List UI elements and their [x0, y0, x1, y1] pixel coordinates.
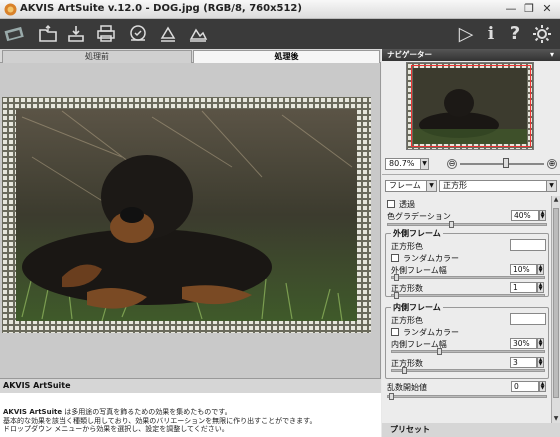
outer-square-color-swatch[interactable] — [510, 239, 546, 251]
title-bar: AKVIS ArtSuite v.12.0 - DOG.jpg (RGB/8, … — [0, 0, 560, 19]
help-panel: AKVIS ArtSuite AKVIS ArtSuite は多用途の写真を飾る… — [0, 378, 381, 437]
zoom-out-icon[interactable]: ⊖ — [447, 159, 457, 169]
toolbar: ▷ i ? — [0, 19, 560, 49]
outer-square-count-slider-thumb[interactable] — [394, 292, 399, 299]
view-tabs: 処理前 処理後 — [0, 49, 381, 63]
navigator-heading: ナビゲーター — [382, 49, 560, 61]
gradation-value[interactable]: 40% — [511, 210, 539, 221]
logo-icon — [3, 22, 31, 46]
zoom-dropdown-icon[interactable]: ▼ — [420, 158, 429, 170]
inner-random-color-label: ランダムカラー — [403, 328, 459, 337]
tab-before[interactable]: 処理前 — [2, 50, 192, 63]
seed-slider[interactable] — [387, 395, 547, 398]
batch-icon[interactable] — [156, 22, 180, 46]
inner-random-color-checkbox[interactable] — [391, 328, 399, 336]
gradation-slider-thumb[interactable] — [449, 221, 454, 228]
dog-photo — [2, 97, 371, 333]
inner-square-count-label: 正方形数 — [391, 359, 423, 368]
inner-square-count-value[interactable]: 3 — [510, 357, 537, 368]
inner-frame-width-spin[interactable]: ▲ ▼ — [537, 338, 544, 349]
app-logo-icon — [4, 3, 17, 16]
navigator-thumbnail[interactable] — [406, 62, 534, 150]
help-line-2: 基本的な効果を該当く種類し用しており、効果のバリエーションを無限に作り出すことが… — [3, 416, 317, 425]
inner-square-color-swatch[interactable] — [510, 313, 546, 325]
help-line-1: は多用途の写真を飾るための効果を集めたものです。 — [62, 408, 232, 416]
gradation-label: 色グラデーション — [387, 212, 451, 221]
settings-scrollbar[interactable]: ▲ ▼ — [551, 196, 560, 423]
right-panel: ナビゲーター ▾ 80.7% ▼ ⊖ ⊕ フレーム ▼ 正方形 ▼ 透過 色グラ… — [382, 49, 560, 437]
outer-square-count-spin[interactable]: ▲ ▼ — [537, 282, 544, 293]
chevron-down-icon: ▼ — [546, 181, 556, 191]
tab-after[interactable]: 処理後 — [193, 50, 380, 63]
presets-heading[interactable]: プリセット — [382, 423, 560, 437]
seed-spin[interactable]: ▲ ▼ — [539, 381, 546, 392]
seed-value[interactable]: 0 — [511, 381, 539, 392]
outer-frame-width-spin[interactable]: ▲ ▼ — [537, 264, 544, 275]
inner-frame-width-slider-thumb[interactable] — [437, 348, 442, 355]
gradation-spin[interactable]: ▲ ▼ — [539, 210, 546, 221]
inner-frame-title: 内側フレーム — [391, 302, 443, 313]
effect-type-value: 正方形 — [443, 181, 467, 190]
inner-square-count-slider[interactable] — [391, 369, 545, 372]
transparency-checkbox[interactable] — [387, 200, 395, 208]
collapse-icon[interactable]: ▾ — [550, 50, 554, 59]
help-heading: AKVIS ArtSuite — [0, 379, 381, 393]
scroll-up-icon[interactable]: ▲ — [552, 196, 560, 204]
print-icon[interactable] — [94, 22, 118, 46]
minimize-button[interactable]: — — [503, 2, 519, 16]
divider — [382, 174, 560, 175]
outer-frame-width-value[interactable]: 10% — [510, 264, 537, 275]
gradation-slider[interactable] — [387, 223, 547, 226]
scroll-down-icon[interactable]: ▼ — [552, 415, 560, 423]
outer-random-color-label: ランダムカラー — [403, 254, 459, 263]
seed-label: 乱数開始値 — [387, 383, 427, 392]
open-icon[interactable] — [36, 22, 60, 46]
app-window: AKVIS ArtSuite v.12.0 - DOG.jpg (RGB/8, … — [0, 0, 560, 437]
inner-square-count-slider-thumb[interactable] — [402, 367, 407, 374]
help-text: AKVIS ArtSuite は多用途の写真を飾るための効果を集めたものです。 … — [3, 408, 379, 434]
outer-frame-width-label: 外側フレーム幅 — [391, 266, 447, 275]
effect-category-select[interactable]: フレーム ▼ — [385, 180, 437, 192]
outer-random-color-checkbox[interactable] — [391, 254, 399, 262]
run-icon[interactable]: ▷ — [454, 22, 478, 46]
effect-category-value: フレーム — [389, 181, 421, 190]
help-line-3: ドロップダウン メニューから効果を選択し、設定を調整してください。 — [3, 425, 229, 433]
inner-frame-width-value[interactable]: 30% — [510, 338, 537, 349]
close-button[interactable]: ✕ — [539, 2, 555, 16]
share-icon[interactable] — [126, 22, 150, 46]
help-icon[interactable]: ? — [503, 22, 527, 46]
seed-slider-thumb[interactable] — [389, 393, 394, 400]
outer-square-count-value[interactable]: 1 — [510, 282, 537, 293]
window-title: AKVIS ArtSuite v.12.0 - DOG.jpg (RGB/8, … — [20, 3, 302, 14]
zoom-in-icon[interactable]: ⊕ — [547, 159, 557, 169]
inner-square-color-label: 正方形色 — [391, 316, 423, 325]
help-product-name: AKVIS ArtSuite — [3, 408, 63, 416]
inner-frame-width-slider[interactable] — [391, 350, 545, 353]
info-icon[interactable]: i — [479, 22, 503, 46]
chevron-down-icon: ▼ — [426, 181, 436, 191]
outer-square-count-slider[interactable] — [391, 294, 545, 297]
settings-extra-icon[interactable] — [186, 22, 210, 46]
zoom-slider-thumb[interactable] — [503, 158, 510, 168]
outer-frame-width-slider-thumb[interactable] — [394, 274, 399, 281]
restore-button[interactable]: ❐ — [521, 2, 537, 16]
preferences-icon[interactable] — [530, 22, 554, 46]
outer-frame-title: 外側フレーム — [391, 228, 443, 239]
outer-frame-width-slider[interactable] — [391, 276, 545, 279]
save-icon[interactable] — [64, 22, 88, 46]
effect-type-select[interactable]: 正方形 ▼ — [439, 180, 557, 192]
settings-panel: 透過 色グラデーション 40% ▲ ▼ 外側フレーム 正方形色 ランダムカラー 外… — [382, 196, 550, 428]
navigator-viewport[interactable] — [411, 65, 531, 147]
scrollbar-thumb[interactable] — [553, 208, 559, 398]
image-canvas[interactable] — [0, 63, 381, 378]
inner-square-count-spin[interactable]: ▲ ▼ — [537, 357, 544, 368]
zoom-slider[interactable] — [460, 163, 544, 165]
transparency-label: 透過 — [399, 200, 415, 209]
outer-square-color-label: 正方形色 — [391, 242, 423, 251]
